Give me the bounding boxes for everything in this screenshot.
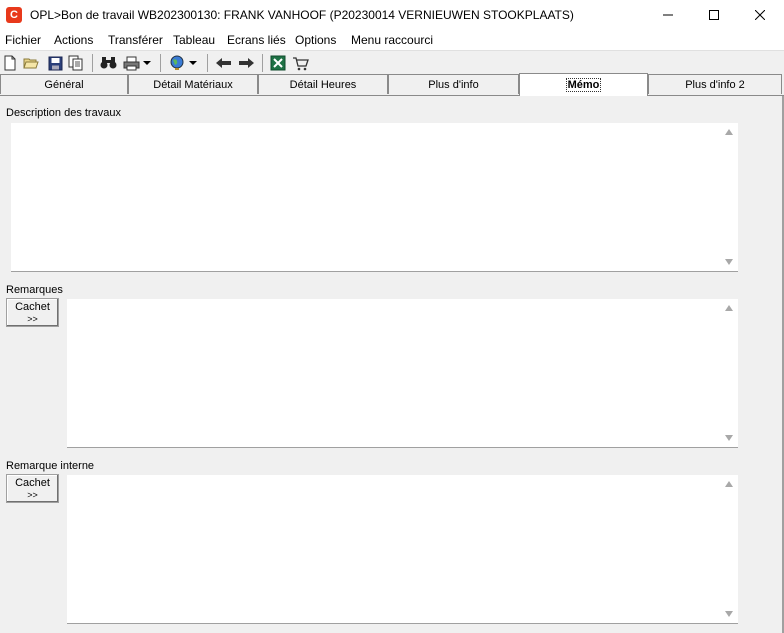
toolbar-separator — [160, 54, 161, 72]
minimize-icon — [663, 14, 673, 16]
back-arrow-icon[interactable] — [214, 54, 232, 72]
tab-label: Général — [44, 78, 84, 91]
scroll-up-icon[interactable] — [725, 305, 733, 311]
tab-divider — [0, 95, 784, 96]
excel-icon[interactable] — [269, 54, 287, 72]
remarque-interne-value — [67, 475, 738, 481]
cachet-expand-label: >> — [27, 314, 38, 324]
open-folder-icon[interactable] — [22, 54, 40, 72]
scroll-down-icon[interactable] — [725, 435, 733, 441]
menu-fichier[interactable]: Fichier — [5, 33, 41, 47]
remarques-scrollbar[interactable] — [721, 299, 738, 447]
toolbar-separator — [92, 54, 93, 72]
menu-bar: Fichier Actions Transférer Tableau Ecran… — [0, 30, 784, 50]
menu-raccourci[interactable]: Menu raccourci — [351, 33, 433, 47]
close-icon — [755, 10, 765, 20]
scroll-down-icon[interactable] — [725, 259, 733, 265]
cachet-label: Cachet — [15, 477, 50, 489]
copy-icon[interactable] — [67, 54, 85, 72]
tab-label: Détail Matériaux — [153, 78, 233, 91]
print-dropdown-icon[interactable] — [142, 54, 152, 72]
print-icon[interactable] — [122, 54, 140, 72]
save-icon[interactable] — [46, 54, 64, 72]
description-label: Description des travaux — [6, 107, 121, 119]
tab-general[interactable]: Général — [0, 74, 128, 94]
remarques-value — [67, 299, 738, 305]
forward-arrow-icon[interactable] — [237, 54, 255, 72]
tab-label: Mémo — [565, 78, 602, 92]
minimize-button[interactable] — [645, 0, 691, 30]
globe-icon[interactable] — [168, 54, 186, 72]
remarque-interne-cachet-button[interactable]: Cachet >> — [6, 474, 59, 503]
tab-label: Détail Heures — [289, 78, 357, 91]
globe-dropdown-icon[interactable] — [188, 54, 198, 72]
window-title: OPL>Bon de travail WB202300130: FRANK VA… — [30, 8, 574, 22]
menu-actions[interactable]: Actions — [54, 33, 93, 47]
binoculars-icon[interactable] — [99, 54, 117, 72]
tab-plus-d-info-2[interactable]: Plus d'info 2 — [648, 74, 782, 94]
tab-strip: Général Détail Matériaux Détail Heures P… — [0, 73, 784, 96]
menu-ecrans-lies[interactable]: Ecrans liés — [227, 33, 286, 47]
description-value — [11, 123, 738, 129]
tab-label: Plus d'info 2 — [685, 78, 745, 91]
remarque-interne-textarea[interactable] — [67, 475, 738, 624]
tab-detail-materiaux[interactable]: Détail Matériaux — [128, 74, 258, 94]
description-textarea[interactable] — [11, 123, 738, 272]
maximize-button[interactable] — [691, 0, 737, 30]
app-logo-icon: C — [6, 7, 22, 23]
toolbar-separator — [207, 54, 208, 72]
scroll-up-icon[interactable] — [725, 129, 733, 135]
remarque-interne-scrollbar[interactable] — [721, 475, 738, 623]
tab-label: Plus d'info — [428, 78, 479, 91]
title-bar: C OPL>Bon de travail WB202300130: FRANK … — [0, 0, 784, 30]
toolbar — [0, 50, 784, 74]
tab-detail-heures[interactable]: Détail Heures — [258, 74, 388, 94]
new-document-icon[interactable] — [1, 54, 19, 72]
scroll-up-icon[interactable] — [725, 481, 733, 487]
remarques-cachet-button[interactable]: Cachet >> — [6, 298, 59, 327]
maximize-icon — [709, 10, 719, 20]
cachet-label: Cachet — [15, 301, 50, 313]
toolbar-separator — [262, 54, 263, 72]
remarques-label: Remarques — [6, 284, 63, 296]
menu-transferer[interactable]: Transférer — [108, 33, 163, 47]
tab-plus-d-info[interactable]: Plus d'info — [388, 74, 519, 94]
remarque-interne-label: Remarque interne — [6, 460, 95, 472]
close-button[interactable] — [737, 0, 783, 30]
menu-options[interactable]: Options — [295, 33, 336, 47]
shopping-cart-icon[interactable] — [291, 54, 309, 72]
remarques-textarea[interactable] — [67, 299, 738, 448]
tab-memo[interactable]: Mémo — [519, 73, 648, 96]
scroll-down-icon[interactable] — [725, 611, 733, 617]
description-scrollbar[interactable] — [721, 123, 738, 271]
menu-tableau[interactable]: Tableau — [173, 33, 215, 47]
cachet-expand-label: >> — [27, 490, 38, 500]
